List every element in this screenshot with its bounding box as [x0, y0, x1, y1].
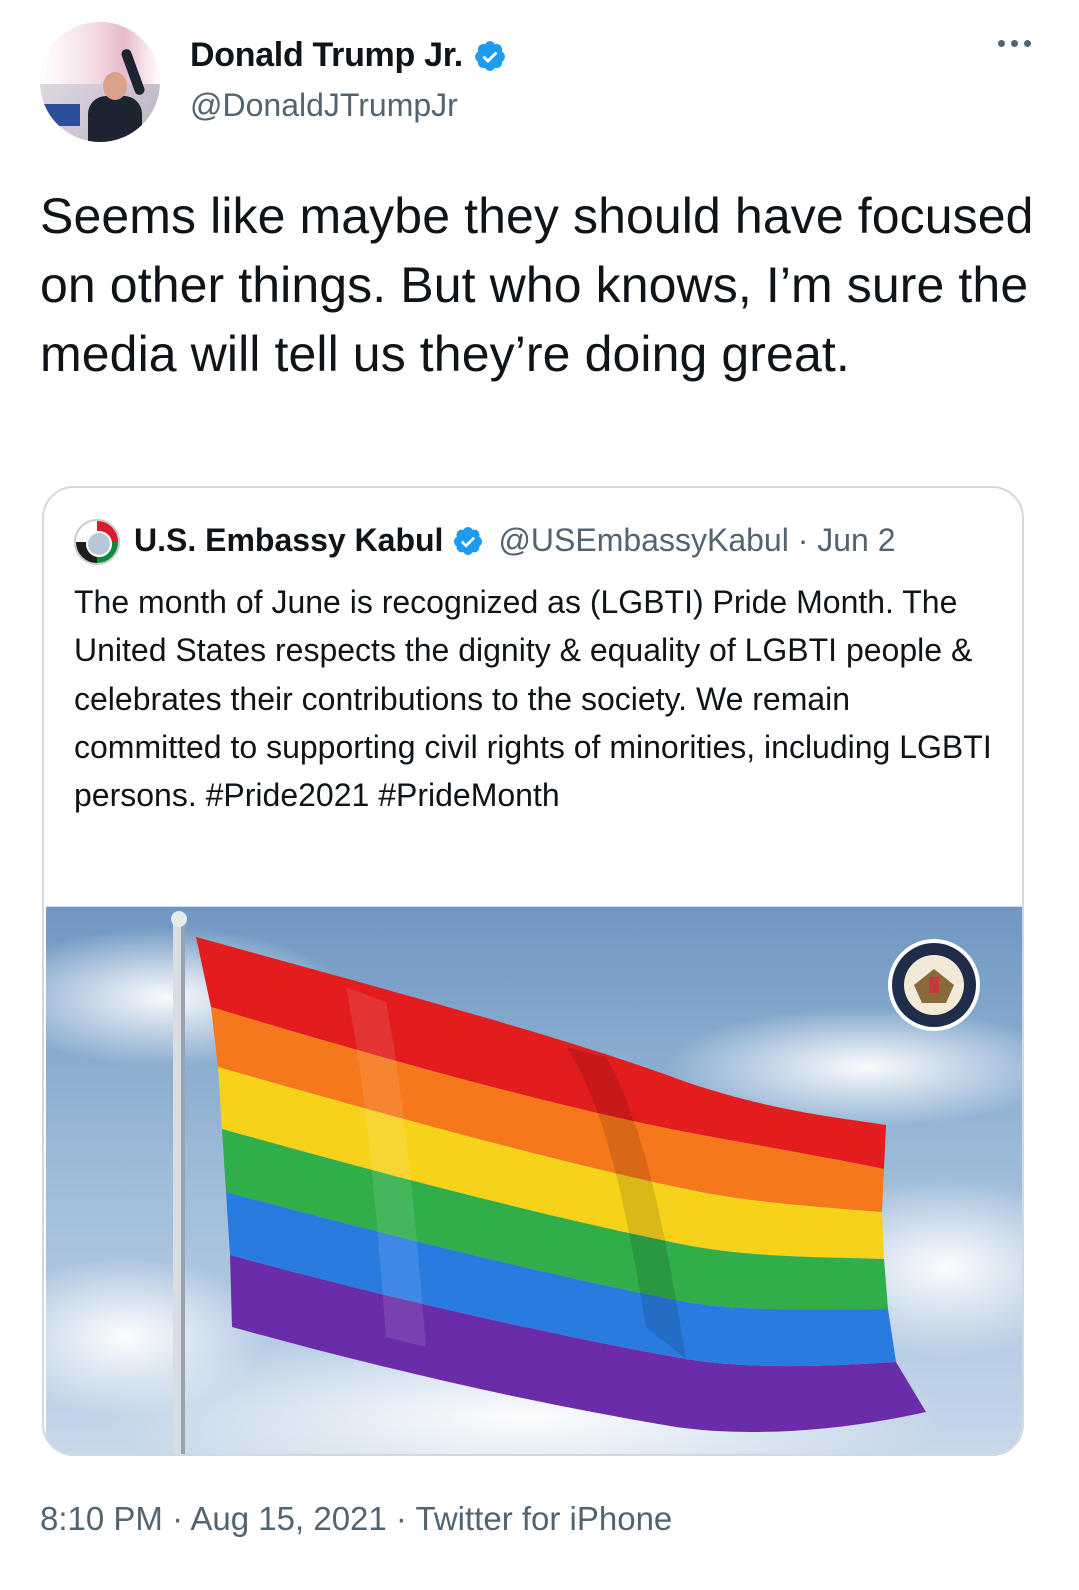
quoted-tweet-text: The month of June is recognized as (LGBT… — [74, 584, 992, 814]
quoted-tweet-date[interactable]: Jun 2 — [817, 522, 895, 558]
avatar-person-body — [88, 96, 142, 142]
tweet-date[interactable]: Aug 15, 2021 — [190, 1500, 386, 1537]
more-dot — [1011, 40, 1018, 47]
meta-separator: · — [788, 522, 818, 558]
author-handle[interactable]: @DonaldJTrumpJr — [190, 87, 458, 124]
avatar-banner — [40, 104, 80, 126]
flag-pole-top — [171, 911, 187, 927]
avatar-person-head — [103, 72, 127, 100]
avatar-background — [40, 22, 160, 84]
quoted-author-avatar[interactable] — [74, 519, 120, 565]
tweet-text: Seems like maybe they should have focuse… — [40, 188, 1034, 382]
quoted-author-handle[interactable]: @USEmbassyKabul — [498, 522, 788, 558]
verified-badge-icon — [454, 526, 483, 555]
timestamp-separator: · — [162, 1500, 191, 1537]
more-dot — [1024, 40, 1031, 47]
quoted-author-display-name[interactable]: U.S. Embassy Kabul — [134, 522, 443, 559]
rainbow-flag-illustration — [46, 907, 1022, 1454]
quoted-tweet[interactable]: U.S. Embassy Kabul @USEmbassyKabul · Jun… — [42, 486, 1024, 1456]
more-options-icon[interactable] — [998, 40, 1031, 47]
tweet-time[interactable]: 8:10 PM — [40, 1500, 163, 1537]
verified-badge-icon — [475, 40, 505, 71]
timestamp-separator: · — [386, 1500, 416, 1537]
author-avatar[interactable] — [40, 22, 160, 142]
more-dot — [998, 40, 1005, 47]
avatar-seal — [86, 531, 112, 557]
author-display-name[interactable]: Donald Trump Jr. — [190, 36, 463, 75]
tweet-timestamp-row: 8:10 PM · Aug 15, 2021 · Twitter for iPh… — [40, 1500, 672, 1538]
author-name-row[interactable]: Donald Trump Jr. — [190, 36, 507, 75]
quoted-tweet-header: U.S. Embassy Kabul @USEmbassyKabul · Jun… — [134, 522, 896, 559]
quoted-tweet-meta: @USEmbassyKabul · Jun 2 — [498, 522, 895, 559]
rainbow-flag-image[interactable] — [46, 906, 1022, 1454]
flag-pole-shadow — [181, 917, 185, 1454]
tweet-source[interactable]: Twitter for iPhone — [416, 1500, 673, 1537]
state-department-seal-icon — [888, 939, 980, 1031]
